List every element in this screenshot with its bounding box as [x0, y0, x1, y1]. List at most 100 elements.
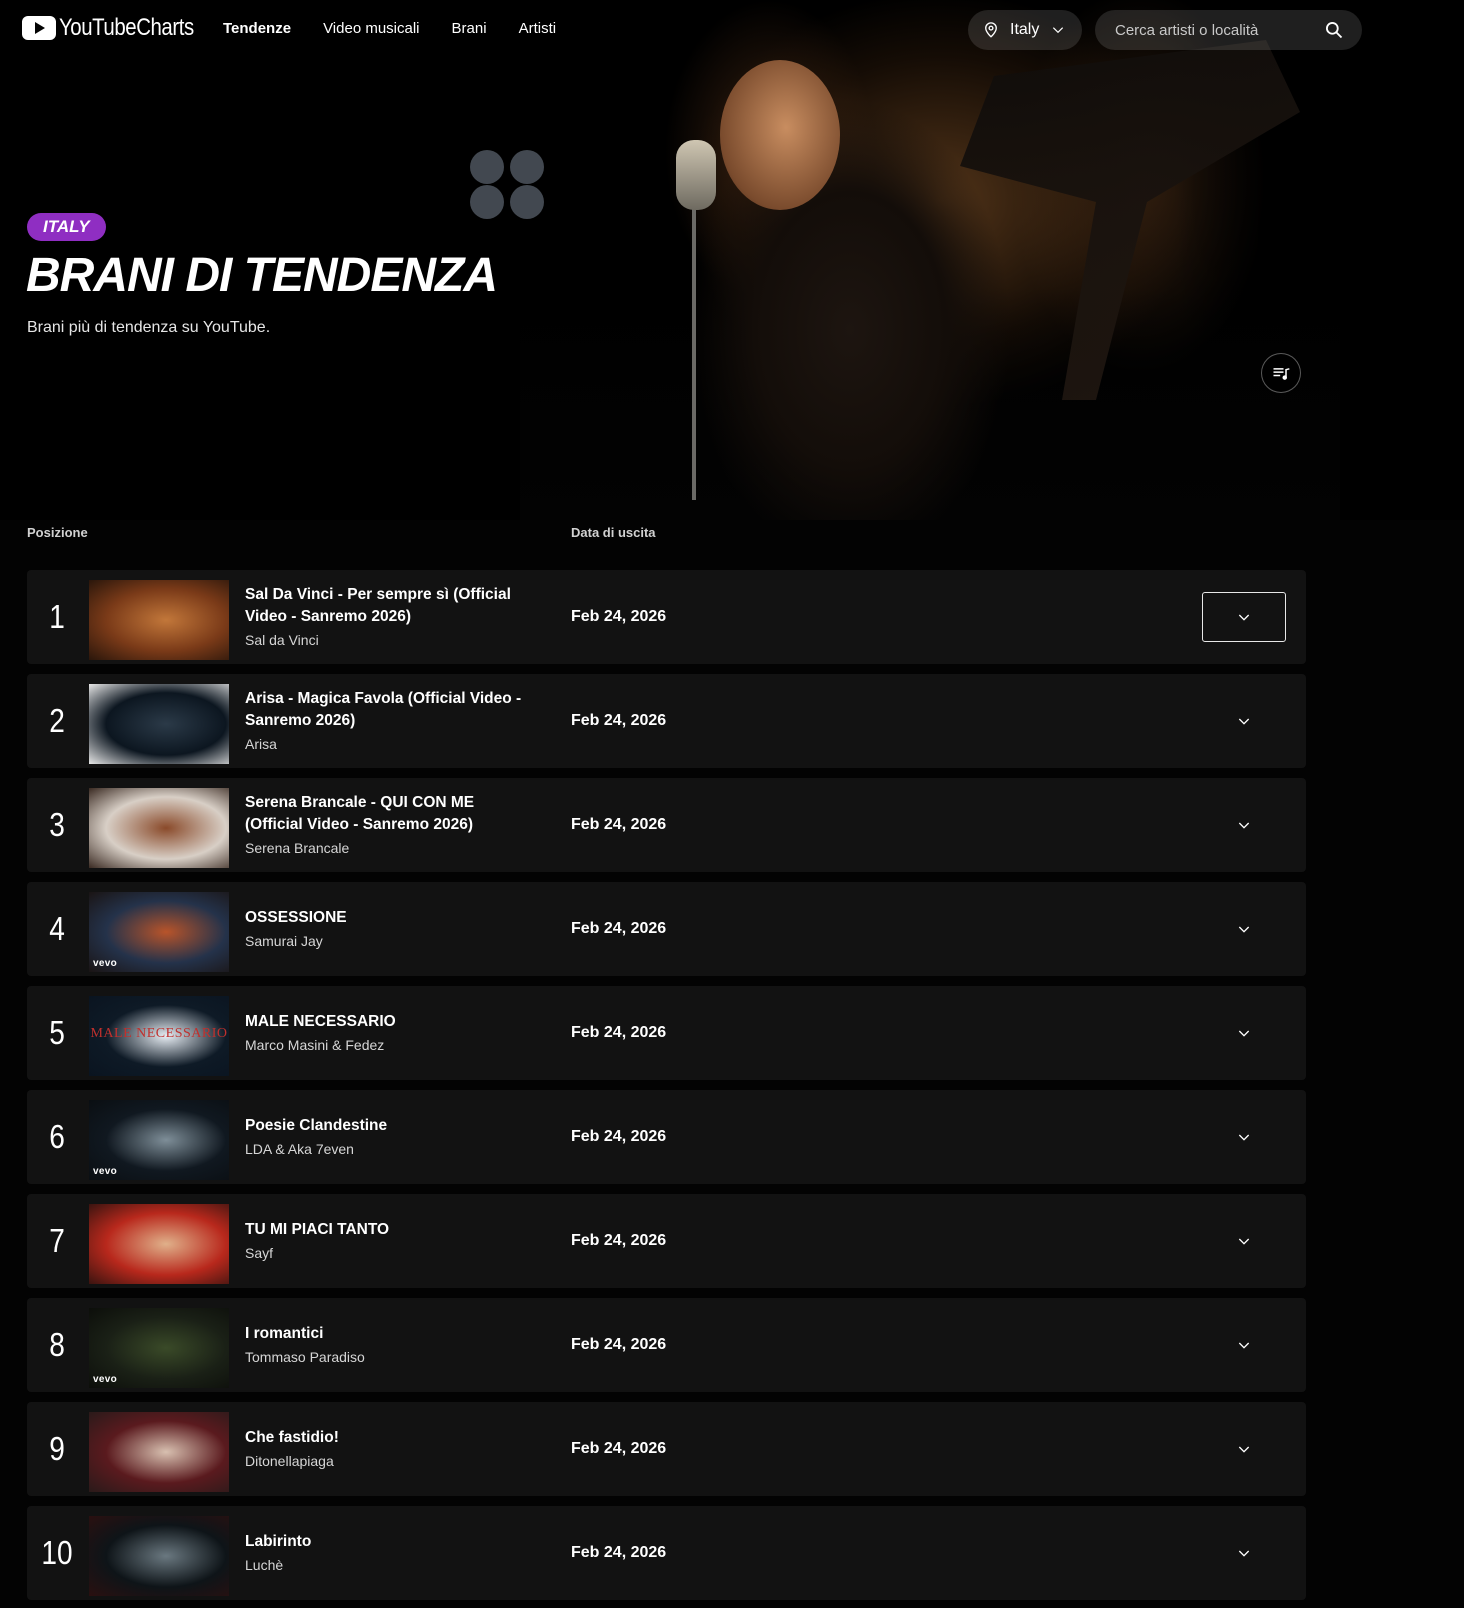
- video-thumbnail[interactable]: vevo: [89, 1308, 229, 1388]
- table-row[interactable]: 2 Arisa - Magica Favola (Official Video -…: [27, 674, 1306, 768]
- artist-name[interactable]: Sal da Vinci: [245, 629, 535, 651]
- column-header-release-date: Data di uscita: [571, 525, 656, 540]
- artist-name[interactable]: LDA & Aka 7even: [245, 1138, 535, 1160]
- artist-name[interactable]: Luchè: [245, 1554, 535, 1576]
- table-row[interactable]: 4 vevo OSSESSIONE Samurai Jay Feb 24, 2026: [27, 882, 1306, 976]
- video-thumbnail[interactable]: [89, 1412, 229, 1492]
- table-row[interactable]: 9 Che fastidio! Ditonellapiaga Feb 24, 2026: [27, 1402, 1306, 1496]
- nav-video-musicali[interactable]: Video musicali: [323, 20, 419, 37]
- video-thumbnail[interactable]: [89, 1516, 229, 1596]
- table-row[interactable]: 10 Labirinto Luchè Feb 24, 2026: [27, 1506, 1306, 1600]
- youtube-play-icon: [22, 16, 56, 40]
- expand-row-button[interactable]: [1202, 1528, 1286, 1578]
- table-row[interactable]: 8 vevo I romantici Tommaso Paradiso Feb 24, …: [27, 1298, 1306, 1392]
- nav-tendenze[interactable]: Tendenze: [223, 20, 291, 37]
- rank-number: 9: [49, 1430, 65, 1467]
- song-info: Serena Brancale - QUI CON ME (Official V…: [245, 778, 535, 872]
- song-title[interactable]: OSSESSIONE: [245, 907, 535, 929]
- expand-row-button[interactable]: [1202, 1112, 1286, 1162]
- artist-name[interactable]: Ditonellapiaga: [245, 1450, 535, 1472]
- song-title[interactable]: MALE NECESSARIO: [245, 1011, 535, 1033]
- video-thumbnail[interactable]: [89, 580, 229, 660]
- top-navigation: YouTubeCharts Tendenze Video musicali Br…: [0, 0, 1464, 60]
- page-subtitle: Brani più di tendenza su YouTube.: [27, 319, 271, 336]
- country-badge: ITALY: [27, 213, 106, 241]
- release-date: Feb 24, 2026: [571, 1232, 667, 1249]
- chevron-down-icon: [1238, 1342, 1250, 1349]
- artist-name[interactable]: Sayf: [245, 1242, 535, 1264]
- artist-name[interactable]: Arisa: [245, 733, 535, 755]
- search-icon[interactable]: [1324, 20, 1344, 40]
- rank-number: 6: [49, 1118, 65, 1155]
- location-pin-icon: [985, 22, 997, 38]
- column-header-position: Posizione: [27, 525, 88, 540]
- logo-charts: Charts: [136, 14, 194, 41]
- table-row[interactable]: 1 Sal Da Vinci - Per sempre sì (Official …: [27, 570, 1306, 664]
- expand-row-button[interactable]: [1202, 1008, 1286, 1058]
- artist-name[interactable]: Samurai Jay: [245, 930, 535, 952]
- release-date: Feb 24, 2026: [571, 1336, 667, 1353]
- release-date: Feb 24, 2026: [571, 920, 667, 937]
- country-selector[interactable]: Italy: [968, 10, 1082, 50]
- bokeh-light: [510, 150, 544, 184]
- video-thumbnail[interactable]: vevo: [89, 892, 229, 972]
- search-input[interactable]: [1113, 20, 1317, 40]
- song-title[interactable]: Labirinto: [245, 1531, 535, 1553]
- table-row[interactable]: 5 MALE NECESSARIO MALE NECESSARIO Marco Mas…: [27, 986, 1306, 1080]
- chevron-down-icon: [1238, 1550, 1250, 1557]
- youtube-charts-logo[interactable]: YouTubeCharts: [22, 14, 218, 42]
- video-thumbnail[interactable]: MALE NECESSARIO: [89, 996, 229, 1076]
- song-title[interactable]: Arisa - Magica Favola (Official Video - …: [245, 688, 535, 732]
- video-thumbnail[interactable]: [89, 1204, 229, 1284]
- song-title[interactable]: Che fastidio!: [245, 1427, 535, 1449]
- song-info: TU MI PIACI TANTO Sayf: [245, 1194, 535, 1288]
- bokeh-light: [470, 150, 504, 184]
- rank-number: 3: [49, 806, 65, 843]
- hero-singer-head: [720, 60, 840, 210]
- bokeh-light: [510, 185, 544, 219]
- page-title: BRANI DI TENDENZA: [26, 249, 498, 302]
- video-thumbnail[interactable]: [89, 684, 229, 764]
- table-row[interactable]: 7 TU MI PIACI TANTO Sayf Feb 24, 2026: [27, 1194, 1306, 1288]
- nav-brani[interactable]: Brani: [452, 20, 487, 37]
- chevron-down-icon: [1053, 27, 1064, 34]
- expand-row-button[interactable]: [1202, 904, 1286, 954]
- rank-number: 10: [41, 1534, 73, 1571]
- table-row[interactable]: 6 vevo Poesie Clandestine LDA & Aka 7even Fe…: [27, 1090, 1306, 1184]
- song-title[interactable]: Poesie Clandestine: [245, 1115, 535, 1137]
- video-thumbnail[interactable]: vevo: [89, 1100, 229, 1180]
- release-date: Feb 24, 2026: [571, 608, 667, 625]
- artist-name[interactable]: Marco Masini & Fedez: [245, 1034, 535, 1056]
- nav-artisti[interactable]: Artisti: [519, 20, 557, 37]
- artist-name[interactable]: Serena Brancale: [245, 837, 535, 859]
- rank-number: 8: [49, 1326, 65, 1363]
- song-title[interactable]: TU MI PIACI TANTO: [245, 1219, 535, 1241]
- song-title[interactable]: Sal Da Vinci - Per sempre sì (Official V…: [245, 584, 535, 628]
- expand-row-button[interactable]: [1202, 1424, 1286, 1474]
- playlist-button[interactable]: [1261, 353, 1301, 393]
- song-info: Poesie Clandestine LDA & Aka 7even: [245, 1090, 535, 1184]
- video-thumbnail[interactable]: [89, 788, 229, 868]
- vevo-logo: vevo: [93, 1374, 117, 1385]
- song-info: Sal Da Vinci - Per sempre sì (Official V…: [245, 570, 535, 664]
- playlist-music-icon: [1273, 368, 1290, 380]
- vevo-logo: vevo: [93, 1166, 117, 1177]
- artist-name[interactable]: Tommaso Paradiso: [245, 1346, 535, 1368]
- expand-row-button[interactable]: [1202, 800, 1286, 850]
- expand-row-button[interactable]: [1202, 1216, 1286, 1266]
- expand-row-button[interactable]: [1202, 1320, 1286, 1370]
- song-title[interactable]: Serena Brancale - QUI CON ME (Official V…: [245, 792, 535, 836]
- song-title[interactable]: I romantici: [245, 1323, 535, 1345]
- logo-text: YouTubeCharts: [59, 14, 194, 42]
- expand-row-button[interactable]: [1202, 592, 1286, 642]
- microphone: [676, 140, 716, 210]
- song-info: OSSESSIONE Samurai Jay: [245, 882, 535, 976]
- expand-row-button[interactable]: [1202, 696, 1286, 746]
- chevron-down-icon: [1238, 614, 1250, 621]
- chevron-down-icon: [1238, 1238, 1250, 1245]
- bokeh-light: [470, 185, 504, 219]
- song-info: Che fastidio! Ditonellapiaga: [245, 1402, 535, 1496]
- table-row[interactable]: 3 Serena Brancale - QUI CON ME (Official …: [27, 778, 1306, 872]
- rank-number: 4: [49, 910, 65, 947]
- release-date: Feb 24, 2026: [571, 712, 667, 729]
